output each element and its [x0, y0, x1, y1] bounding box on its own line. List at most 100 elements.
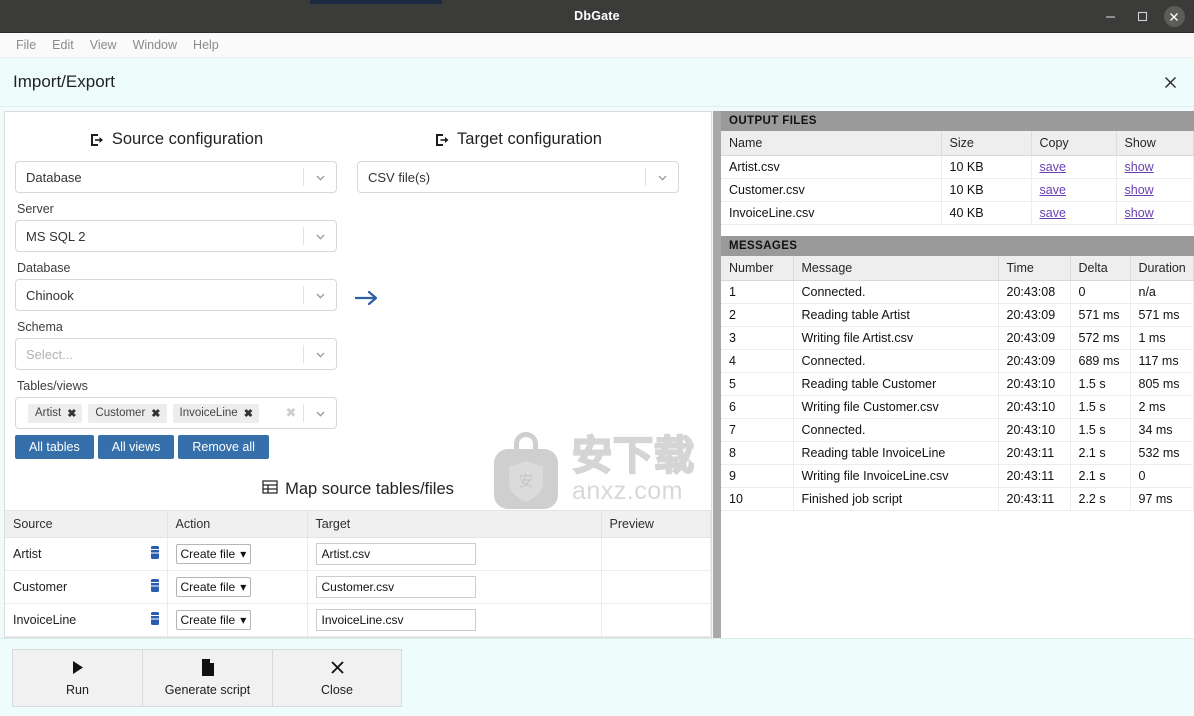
- msg-duration: 571 ms: [1130, 303, 1194, 327]
- server-select[interactable]: MS SQL 2: [15, 220, 337, 252]
- target-type-select[interactable]: CSV file(s): [357, 161, 679, 193]
- database-value: Chinook: [26, 287, 74, 303]
- menu-help[interactable]: Help: [185, 33, 227, 58]
- source-type-select[interactable]: Database: [15, 161, 337, 193]
- map-cell-preview: [601, 537, 711, 571]
- target-filename-input[interactable]: [315, 576, 476, 598]
- table-row[interactable]: Customer Create file ▾: [5, 570, 711, 604]
- table-row[interactable]: 2 Reading table Artist 20:43:09 571 ms 5…: [721, 303, 1194, 327]
- msg-duration: 2 ms: [1130, 395, 1194, 419]
- tables-views-multiselect[interactable]: Artist ✖ Customer ✖ InvoiceLine ✖ ✖: [15, 397, 337, 429]
- chip-remove-icon[interactable]: ✖: [67, 407, 76, 420]
- table-row[interactable]: 1 Connected. 20:43:08 0 n/a: [721, 280, 1194, 304]
- minimize-icon[interactable]: [1094, 0, 1126, 33]
- page-close-icon[interactable]: [1161, 73, 1179, 91]
- run-button-label: Run: [66, 682, 89, 697]
- save-link[interactable]: save: [1040, 183, 1066, 197]
- table-action-buttons: All tables All views Remove all: [15, 435, 337, 459]
- map-cell-source: Customer: [5, 570, 168, 604]
- table-row[interactable]: 5 Reading table Customer 20:43:10 1.5 s …: [721, 372, 1194, 396]
- map-cell-action: Create file ▾: [167, 570, 308, 604]
- msg-delta: 2.2 s: [1070, 487, 1131, 511]
- target-filename-input[interactable]: [315, 609, 476, 631]
- table-row[interactable]: 10 Finished job script 20:43:11 2.2 s 97…: [721, 487, 1194, 511]
- close-icon[interactable]: [1158, 0, 1190, 33]
- msg-message: Reading table Customer: [793, 372, 999, 396]
- schema-label: Schema: [17, 320, 63, 334]
- map-heading: Map source tables/files: [5, 469, 711, 510]
- generate-script-button[interactable]: Generate script: [142, 648, 272, 707]
- play-icon: [71, 659, 85, 676]
- msg-number: 9: [721, 464, 794, 488]
- chip-artist[interactable]: Artist ✖: [28, 403, 83, 423]
- show-link[interactable]: show: [1125, 206, 1154, 220]
- chevron-down-icon[interactable]: [304, 289, 336, 302]
- chip-label: Artist: [35, 407, 62, 419]
- chevron-down-icon[interactable]: [304, 348, 336, 361]
- chevron-down-icon[interactable]: [304, 407, 336, 420]
- table-row[interactable]: Artist Create file ▾: [5, 537, 711, 571]
- chevron-down-icon[interactable]: [304, 171, 336, 184]
- right-pane: OUTPUT FILES Name Size Copy Show Artist.…: [721, 111, 1194, 638]
- map-source-name: Artist: [13, 547, 42, 561]
- map-cell-action: Create file ▾: [167, 537, 308, 571]
- msg-delta: 1.5 s: [1070, 418, 1131, 442]
- msg-duration: n/a: [1130, 280, 1194, 304]
- msg-delta: 0: [1070, 280, 1131, 304]
- table-row[interactable]: 3 Writing file Artist.csv 20:43:09 572 m…: [721, 326, 1194, 350]
- run-button[interactable]: Run: [12, 648, 142, 707]
- menu-view[interactable]: View: [82, 33, 125, 58]
- output-files-section: OUTPUT FILES Name Size Copy Show Artist.…: [721, 111, 1194, 225]
- chevron-down-icon[interactable]: [646, 171, 678, 184]
- msg-time: 20:43:09: [998, 349, 1071, 373]
- pane-splitter[interactable]: [713, 111, 721, 638]
- table-row[interactable]: 6 Writing file Customer.csv 20:43:10 1.5…: [721, 395, 1194, 419]
- table-row[interactable]: Customer.csv 10 KB save show: [721, 178, 1194, 202]
- target-configuration-heading: Target configuration: [357, 112, 679, 161]
- save-link[interactable]: save: [1040, 206, 1066, 220]
- menu-edit[interactable]: Edit: [44, 33, 82, 58]
- clear-all-icon[interactable]: ✖: [279, 405, 303, 421]
- save-link[interactable]: save: [1040, 160, 1066, 174]
- chip-remove-icon[interactable]: ✖: [244, 407, 253, 420]
- close-button-label: Close: [321, 682, 353, 697]
- chip-remove-icon[interactable]: ✖: [151, 407, 160, 420]
- msg-duration: 117 ms: [1130, 349, 1194, 373]
- all-views-button[interactable]: All views: [97, 435, 175, 459]
- target-filename-input[interactable]: [315, 543, 476, 565]
- close-icon: [330, 659, 345, 676]
- action-value: Create file: [180, 613, 236, 627]
- messages-table: Number Message Time Delta Duration 1 Con…: [721, 256, 1194, 511]
- table-row[interactable]: Artist.csv 10 KB save show: [721, 155, 1194, 179]
- msg-number: 6: [721, 395, 794, 419]
- menu-window[interactable]: Window: [125, 33, 185, 58]
- maximize-icon[interactable]: [1126, 0, 1158, 33]
- msg-col-number: Number: [721, 256, 794, 281]
- table-row[interactable]: 8 Reading table InvoiceLine 20:43:11 2.1…: [721, 441, 1194, 465]
- remove-all-button[interactable]: Remove all: [178, 435, 269, 459]
- chevron-down-icon[interactable]: [304, 230, 336, 243]
- menu-file[interactable]: File: [8, 33, 44, 58]
- table-row[interactable]: InvoiceLine Create file ▾: [5, 603, 711, 637]
- chip-customer[interactable]: Customer ✖: [88, 403, 167, 423]
- table-row[interactable]: 4 Connected. 20:43:09 689 ms 117 ms: [721, 349, 1194, 373]
- table-row[interactable]: InvoiceLine.csv 40 KB save show: [721, 201, 1194, 225]
- schema-select[interactable]: Select...: [15, 338, 337, 370]
- show-link[interactable]: show: [1125, 160, 1154, 174]
- of-name: Customer.csv: [721, 178, 942, 202]
- action-select[interactable]: Create file ▾: [175, 610, 252, 630]
- import-icon: [89, 132, 105, 148]
- table-row[interactable]: 9 Writing file InvoiceLine.csv 20:43:11 …: [721, 464, 1194, 488]
- msg-number: 2: [721, 303, 794, 327]
- chip-label: Customer: [95, 407, 146, 419]
- table-row[interactable]: 7 Connected. 20:43:10 1.5 s 34 ms: [721, 418, 1194, 442]
- show-link[interactable]: show: [1125, 183, 1154, 197]
- chip-invoiceline[interactable]: InvoiceLine ✖: [172, 403, 259, 423]
- output-files-header-row: Name Size Copy Show: [721, 131, 1194, 156]
- action-value: Create file: [180, 580, 236, 594]
- all-tables-button[interactable]: All tables: [15, 435, 94, 459]
- database-select[interactable]: Chinook: [15, 279, 337, 311]
- close-button[interactable]: Close: [272, 648, 402, 707]
- action-select[interactable]: Create file ▾: [175, 577, 252, 597]
- action-select[interactable]: Create file ▾: [175, 544, 252, 564]
